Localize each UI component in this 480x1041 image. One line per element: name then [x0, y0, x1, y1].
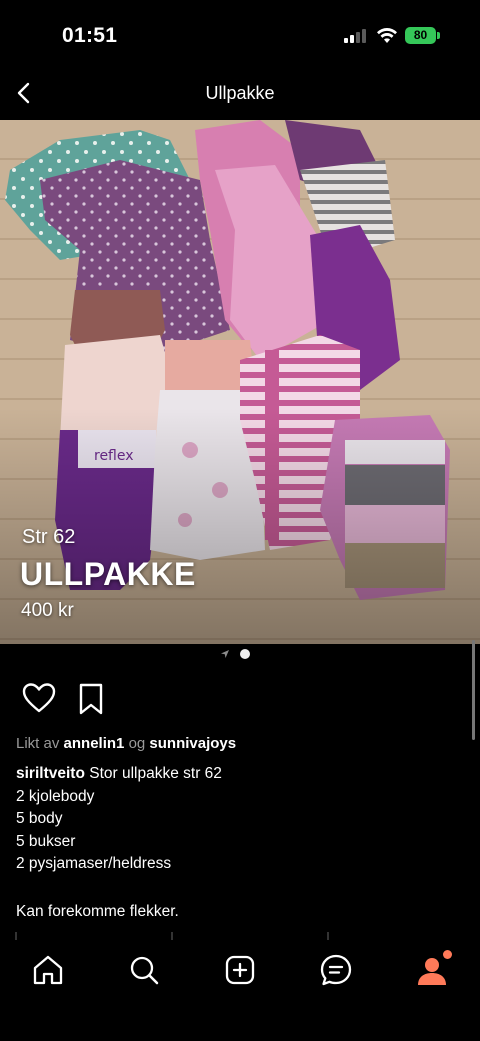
heart-icon[interactable]	[22, 682, 56, 714]
battery-tip	[437, 32, 440, 39]
caption-note: Kan forekomme flekker.	[16, 903, 179, 920]
cellular-signal-icon	[344, 29, 368, 43]
divider	[0, 932, 480, 940]
messages-icon	[320, 954, 352, 986]
search-icon	[130, 956, 159, 985]
status-bar: 01:51 80	[0, 0, 480, 70]
listing-price: 400 kr	[21, 600, 74, 621]
photo-pager[interactable]	[220, 648, 260, 662]
liked-by-user-1[interactable]: annelin1	[64, 735, 125, 752]
liked-by-line: Likt av annelin1 og sunnivajoys	[16, 735, 236, 752]
caption-line: 2 kjolebody	[16, 787, 95, 805]
wifi-icon	[377, 27, 397, 43]
liked-by-conj: og	[128, 735, 146, 752]
listing-title: ULLPAKKE	[20, 556, 196, 592]
home-icon	[33, 955, 63, 985]
scrollbar[interactable]	[472, 640, 475, 740]
notification-dot	[443, 950, 452, 959]
caption-line: 5 body	[16, 810, 63, 827]
bottom-tab-bar	[0, 940, 480, 1041]
caption-line: 2 pysjamaser/heldress	[16, 855, 172, 872]
bookmark-icon[interactable]	[77, 682, 105, 716]
pager-dot-active[interactable]	[240, 649, 250, 659]
location-arrow-icon	[221, 650, 229, 658]
add-icon	[225, 955, 255, 985]
listing-photo[interactable]: reflex Str 62 ULLPAKKE 400 kr	[0, 120, 480, 644]
liked-by-prefix: Likt av	[16, 735, 60, 752]
caption: siriltveito Stor ullpakke str 62 2 kjole…	[16, 763, 456, 924]
header: Ullpakke	[0, 70, 480, 120]
page-title: Ullpakke	[205, 83, 275, 103]
tab-search[interactable]	[126, 952, 162, 988]
liked-by-user-2[interactable]: sunnivajoys	[149, 735, 236, 752]
caption-first-line: Stor ullpakke str 62	[89, 765, 222, 782]
tab-home[interactable]	[30, 952, 66, 988]
size-label: Str 62	[22, 526, 76, 548]
battery-indicator: 80	[405, 27, 436, 44]
caption-username[interactable]: siriltveito	[16, 765, 85, 782]
caption-line: 5 bukser	[16, 832, 76, 850]
tab-messages[interactable]	[318, 952, 354, 988]
tab-add[interactable]	[222, 952, 258, 988]
status-time: 01:51	[62, 24, 118, 47]
tab-profile[interactable]	[414, 950, 452, 988]
